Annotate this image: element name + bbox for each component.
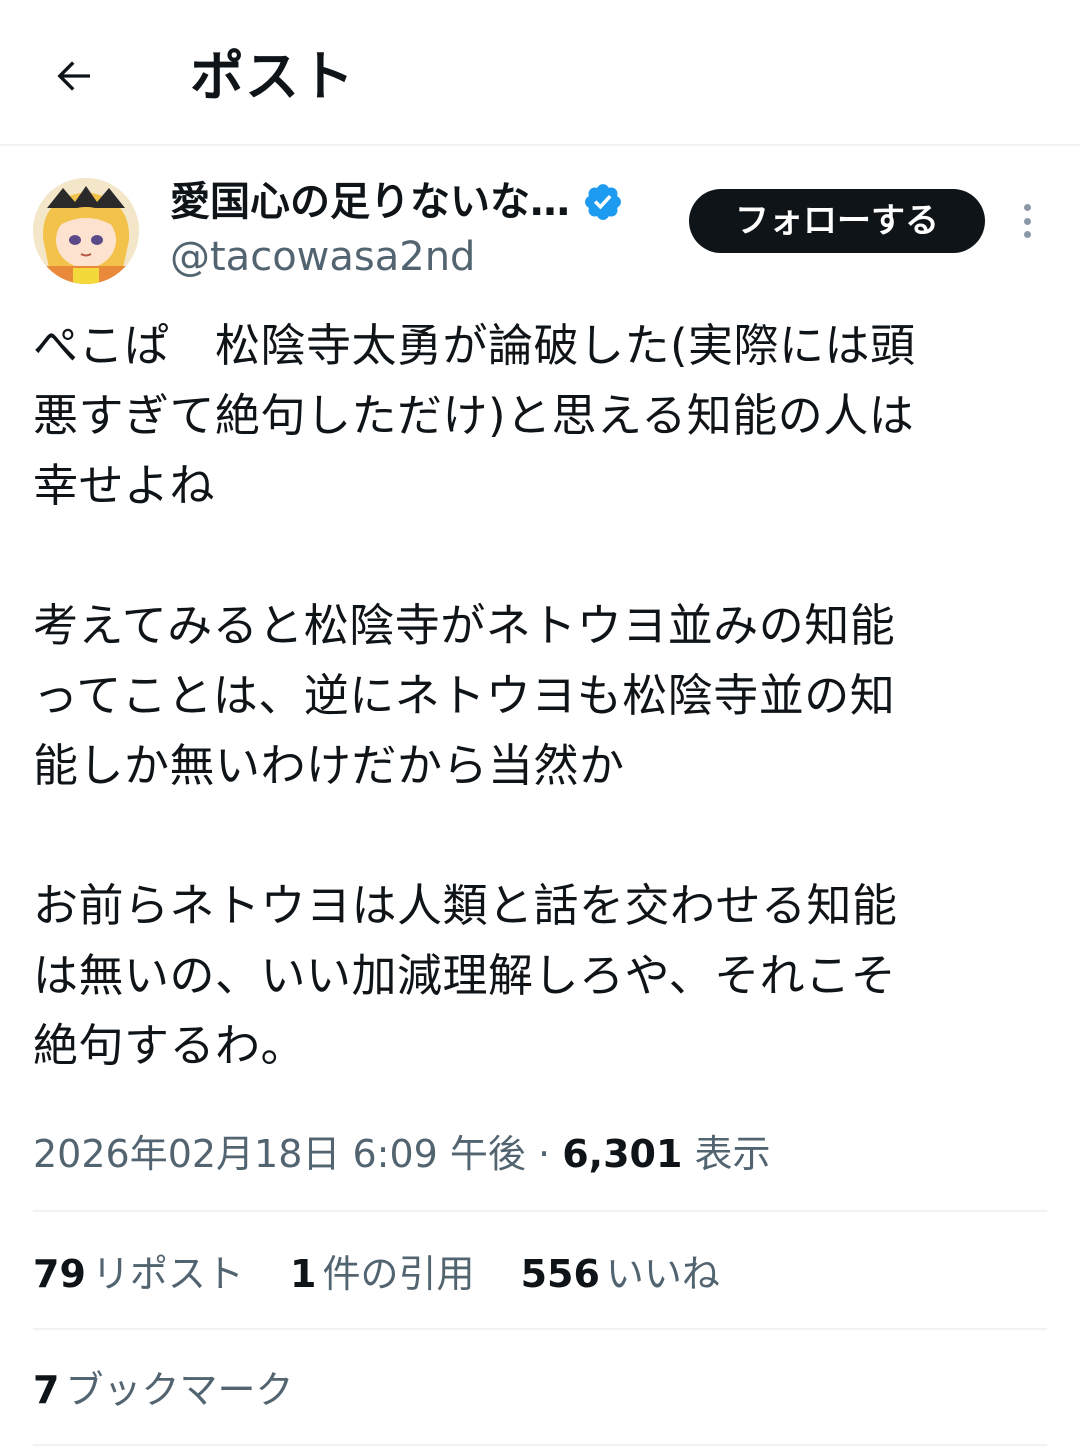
avatar-image bbox=[33, 178, 139, 284]
reposts-stat[interactable]: 79 リポスト bbox=[33, 1252, 244, 1296]
bookmarks-label: ブックマーク bbox=[65, 1368, 294, 1412]
post-timestamp[interactable]: 2026年02月18日 6:09 午後 bbox=[33, 1132, 526, 1176]
divider bbox=[33, 1210, 1047, 1212]
more-options-button[interactable] bbox=[1008, 198, 1046, 244]
reposts-count: 79 bbox=[33, 1252, 86, 1296]
likes-stat[interactable]: 556 いいね bbox=[521, 1252, 720, 1296]
quotes-count: 1 bbox=[290, 1252, 317, 1296]
post-text: ぺこぱ 松陰寺太勇が論破した(実際には頭 悪すぎて絶句しただけ)と思える知能の人… bbox=[33, 319, 916, 1072]
divider bbox=[33, 1328, 1047, 1330]
page-title: ポスト bbox=[190, 45, 355, 108]
bookmarks-stat[interactable]: 7 ブックマーク bbox=[33, 1362, 293, 1418]
author-name-row[interactable]: 愛国心の足りないな… bbox=[170, 174, 624, 230]
more-vertical-icon bbox=[1023, 204, 1031, 211]
likes-label: いいね bbox=[605, 1252, 720, 1296]
top-bar: ポスト bbox=[0, 0, 1080, 146]
follow-button[interactable]: フォローする bbox=[689, 189, 985, 253]
likes-count: 556 bbox=[520, 1252, 600, 1296]
author-display-name[interactable]: 愛国心の足りないな… bbox=[170, 175, 570, 229]
engagement-stats: 79 リポスト 1 件の引用 556 いいね bbox=[33, 1246, 754, 1302]
quotes-label: 件の引用 bbox=[322, 1252, 475, 1296]
divider bbox=[33, 1444, 1047, 1446]
bookmarks-count: 7 bbox=[33, 1368, 60, 1412]
views-count: 6,301 bbox=[562, 1132, 683, 1176]
reposts-label: リポスト bbox=[91, 1252, 244, 1296]
views-label: 表示 bbox=[694, 1132, 771, 1176]
author-handle[interactable]: @tacowasa2nd bbox=[170, 232, 475, 282]
arrow-left-icon bbox=[57, 61, 90, 91]
verified-badge-icon bbox=[585, 184, 621, 220]
post-meta: 2026年02月18日 6:09 午後 · 6,301 表示 bbox=[33, 1126, 771, 1182]
avatar[interactable] bbox=[33, 178, 139, 284]
back-button[interactable] bbox=[34, 36, 114, 116]
quotes-stat[interactable]: 1 件の引用 bbox=[290, 1252, 474, 1296]
meta-separator: · bbox=[538, 1132, 551, 1176]
